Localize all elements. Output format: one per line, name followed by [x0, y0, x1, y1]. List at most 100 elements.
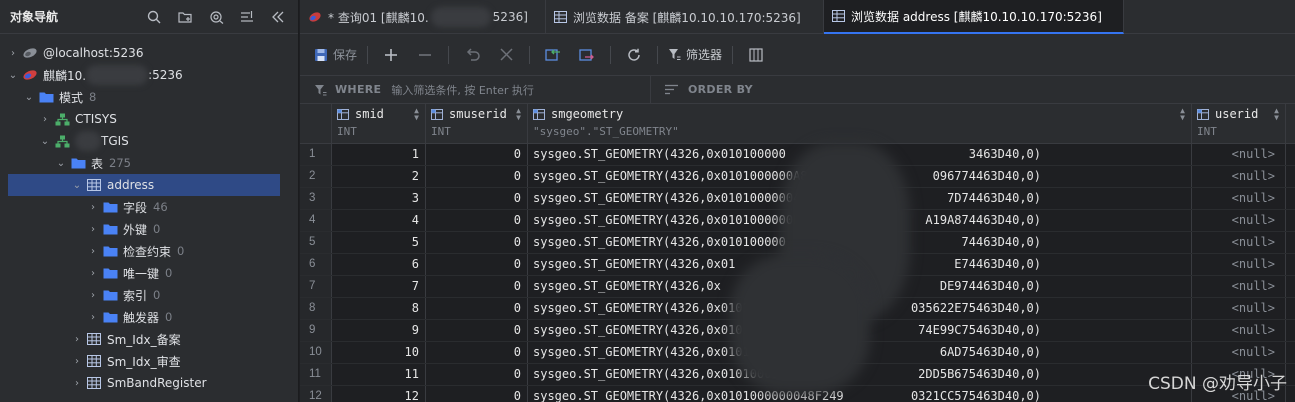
cell-smid[interactable]: 1	[332, 144, 426, 165]
cell-smuserid[interactable]: 0	[426, 166, 528, 187]
cell-smuserid[interactable]: 0	[426, 210, 528, 231]
cell-userid[interactable]: <null>	[1192, 166, 1286, 187]
chevron-down-icon[interactable]: ⌄	[54, 158, 68, 169]
tree-item-kylin-connection[interactable]: ⌄ 麒麟10.:5236	[0, 64, 298, 86]
cell-smid[interactable]: 5	[332, 232, 426, 253]
export-button[interactable]	[574, 42, 600, 68]
columns-button[interactable]	[743, 42, 769, 68]
chevron-right-icon[interactable]: ›	[70, 334, 84, 345]
tree-item-table-sm-idx-backup[interactable]: › Sm_Idx_备案	[0, 328, 298, 350]
save-button[interactable]: 保存	[314, 42, 357, 68]
cell-smid[interactable]: 6	[332, 254, 426, 275]
tree-item-schema-folder[interactable]: ⌄ 模式 8	[0, 86, 298, 108]
cell-userid[interactable]: <null>	[1192, 342, 1286, 363]
tree-item-check-constraints-folder[interactable]: › 检查约束 0	[0, 240, 298, 262]
cell-smgeometry[interactable]: sysgeo.ST_GEOMETRY(4326,0x0101000000048F…	[528, 386, 1192, 402]
cell-smuserid[interactable]: 0	[426, 386, 528, 402]
tab-browse-address[interactable]: 浏览数据 address [麒麟10.10.10.170:5236]	[824, 0, 1124, 34]
chevron-right-icon[interactable]: ›	[86, 268, 100, 279]
new-folder-icon[interactable]	[174, 6, 196, 28]
tree-item-triggers-folder[interactable]: › 触发器 0	[0, 306, 298, 328]
cell-smuserid[interactable]: 0	[426, 320, 528, 341]
where-filter-field[interactable]: WHERE 输入筛选条件, 按 Enter 执行	[300, 82, 650, 98]
cell-userid[interactable]: <null>	[1192, 320, 1286, 341]
chevron-right-icon[interactable]: ›	[86, 290, 100, 301]
column-name: smuserid	[449, 107, 507, 121]
cell-smid[interactable]: 4	[332, 210, 426, 231]
undo-button[interactable]	[459, 42, 485, 68]
chevron-down-icon[interactable]: ⌄	[70, 180, 84, 191]
import-button[interactable]	[540, 42, 566, 68]
cell-smuserid[interactable]: 0	[426, 254, 528, 275]
chevron-right-icon[interactable]: ›	[70, 356, 84, 367]
tree-item-indexes-folder[interactable]: › 索引 0	[0, 284, 298, 306]
tree-item-fields-folder[interactable]: › 字段 46	[0, 196, 298, 218]
cell-userid[interactable]: <null>	[1192, 144, 1286, 165]
cell-userid[interactable]: <null>	[1192, 210, 1286, 231]
cell-overflow	[1286, 210, 1295, 231]
collapse-icon[interactable]	[267, 6, 289, 28]
refresh-button[interactable]	[621, 42, 647, 68]
connect-icon[interactable]	[205, 6, 227, 28]
cell-smid[interactable]: 9	[332, 320, 426, 341]
cell-smuserid[interactable]: 0	[426, 342, 528, 363]
tree-item-table-folder[interactable]: ⌄ 表 275	[0, 152, 298, 174]
delete-row-button[interactable]	[412, 42, 438, 68]
order-by-field[interactable]: ORDER BY	[650, 75, 763, 104]
chevron-right-icon[interactable]: ›	[70, 378, 84, 389]
cell-smuserid[interactable]: 0	[426, 298, 528, 319]
cell-smuserid[interactable]: 0	[426, 232, 528, 253]
chevron-right-icon[interactable]: ›	[86, 246, 100, 257]
filter-list-icon[interactable]	[236, 6, 258, 28]
cell-smid[interactable]: 7	[332, 276, 426, 297]
tree-item-table-address[interactable]: ⌄ address	[8, 174, 280, 196]
tree-item-foreign-keys-folder[interactable]: › 外键 0	[0, 218, 298, 240]
cell-userid[interactable]: <null>	[1192, 188, 1286, 209]
tab-query01[interactable]: * 查询01 [麒麟10. 5236]	[300, 0, 546, 34]
sort-icon[interactable]: ▲ ▼	[1274, 107, 1279, 122]
column-header-smid[interactable]: smid ▲ ▼ INT	[332, 104, 426, 143]
cell-userid[interactable]: <null>	[1192, 232, 1286, 253]
cell-smuserid[interactable]: 0	[426, 276, 528, 297]
cell-smid[interactable]: 3	[332, 188, 426, 209]
chevron-down-icon[interactable]: ⌄	[38, 136, 52, 147]
main-pane: * 查询01 [麒麟10. 5236] 浏览数据 备案 [麒麟10.10.10.…	[300, 0, 1295, 402]
cell-smuserid[interactable]: 0	[426, 364, 528, 385]
cell-smid[interactable]: 11	[332, 364, 426, 385]
tree-item-count: 0	[165, 266, 173, 280]
cell-userid[interactable]: <null>	[1192, 298, 1286, 319]
column-header-smgeometry[interactable]: smgeometry ▲ ▼ "sysgeo"."ST_GEOMETRY"	[528, 104, 1192, 143]
order-by-icon	[665, 84, 678, 95]
sort-icon[interactable]: ▲ ▼	[516, 107, 521, 122]
cell-userid[interactable]: <null>	[1192, 254, 1286, 275]
chevron-right-icon[interactable]: ›	[86, 312, 100, 323]
column-header-smuserid[interactable]: smuserid ▲ ▼ INT	[426, 104, 528, 143]
filter-button[interactable]: 筛选器	[668, 42, 722, 68]
cancel-button[interactable]	[493, 42, 519, 68]
tab-browse-backup[interactable]: 浏览数据 备案 [麒麟10.10.10.170:5236]	[546, 0, 824, 34]
cell-smid[interactable]: 12	[332, 386, 426, 402]
cell-smid[interactable]: 8	[332, 298, 426, 319]
chevron-right-icon[interactable]: ›	[6, 48, 20, 59]
search-icon[interactable]	[143, 6, 165, 28]
tree-item-unique-keys-folder[interactable]: › 唯一键 0	[0, 262, 298, 284]
chevron-right-icon[interactable]: ›	[86, 224, 100, 235]
add-row-button[interactable]	[378, 42, 404, 68]
column-header-userid[interactable]: userid ▲ ▼ INT	[1192, 104, 1286, 143]
tree-item-table-sm-idx-review[interactable]: › Sm_Idx_审查	[0, 350, 298, 372]
tree-item-localhost-connection[interactable]: › @localhost:5236	[0, 42, 298, 64]
chevron-down-icon[interactable]: ⌄	[22, 92, 36, 103]
tree-item-table-smbandregister[interactable]: › SmBandRegister	[0, 372, 298, 394]
tree-item-schema-ctgis[interactable]: ⌄ TGIS	[0, 130, 298, 152]
cell-userid[interactable]: <null>	[1192, 276, 1286, 297]
cell-smid[interactable]: 2	[332, 166, 426, 187]
chevron-right-icon[interactable]: ›	[38, 114, 52, 125]
chevron-right-icon[interactable]: ›	[86, 202, 100, 213]
sort-icon[interactable]: ▲ ▼	[1180, 107, 1185, 122]
tree-item-schema-ctisys[interactable]: › CTISYS	[0, 108, 298, 130]
cell-smuserid[interactable]: 0	[426, 188, 528, 209]
sort-icon[interactable]: ▲ ▼	[414, 107, 419, 122]
chevron-down-icon[interactable]: ⌄	[6, 70, 20, 81]
cell-smid[interactable]: 10	[332, 342, 426, 363]
cell-smuserid[interactable]: 0	[426, 144, 528, 165]
